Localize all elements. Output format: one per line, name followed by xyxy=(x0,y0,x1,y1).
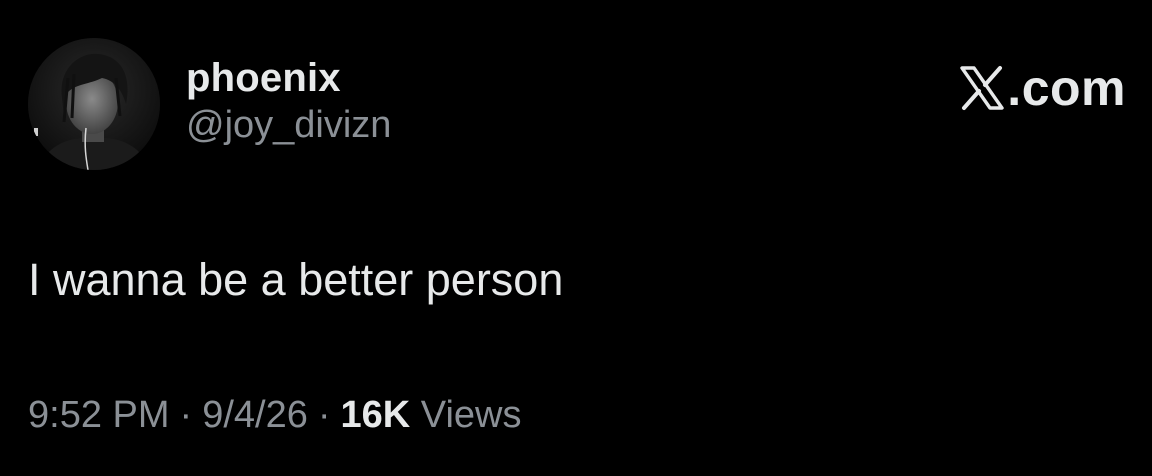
brand-domain-text: .com xyxy=(1007,60,1126,116)
tweet-meta: 9:52 PM · 9/4/26 · 16K Views xyxy=(28,392,521,438)
tweet-card: phoenix @joy_divizn .com I wanna be a be… xyxy=(0,0,1152,476)
author-block: phoenix @joy_divizn xyxy=(186,54,391,148)
views-count[interactable]: 16K xyxy=(341,394,411,436)
profile-photo-icon xyxy=(28,38,160,170)
tweet-time[interactable]: 9:52 PM xyxy=(28,394,170,436)
meta-separator: · xyxy=(317,394,331,436)
author-handle[interactable]: @joy_divizn xyxy=(186,102,391,148)
avatar[interactable] xyxy=(28,38,160,170)
meta-separator: · xyxy=(179,394,193,436)
x-logo-icon xyxy=(960,66,1004,110)
views-label[interactable]: Views xyxy=(421,394,522,436)
tweet-body-text: I wanna be a better person xyxy=(28,254,564,305)
tweet-date[interactable]: 9/4/26 xyxy=(202,394,308,436)
author-display-name[interactable]: phoenix xyxy=(186,54,391,102)
brand-logo: .com xyxy=(959,60,1126,116)
